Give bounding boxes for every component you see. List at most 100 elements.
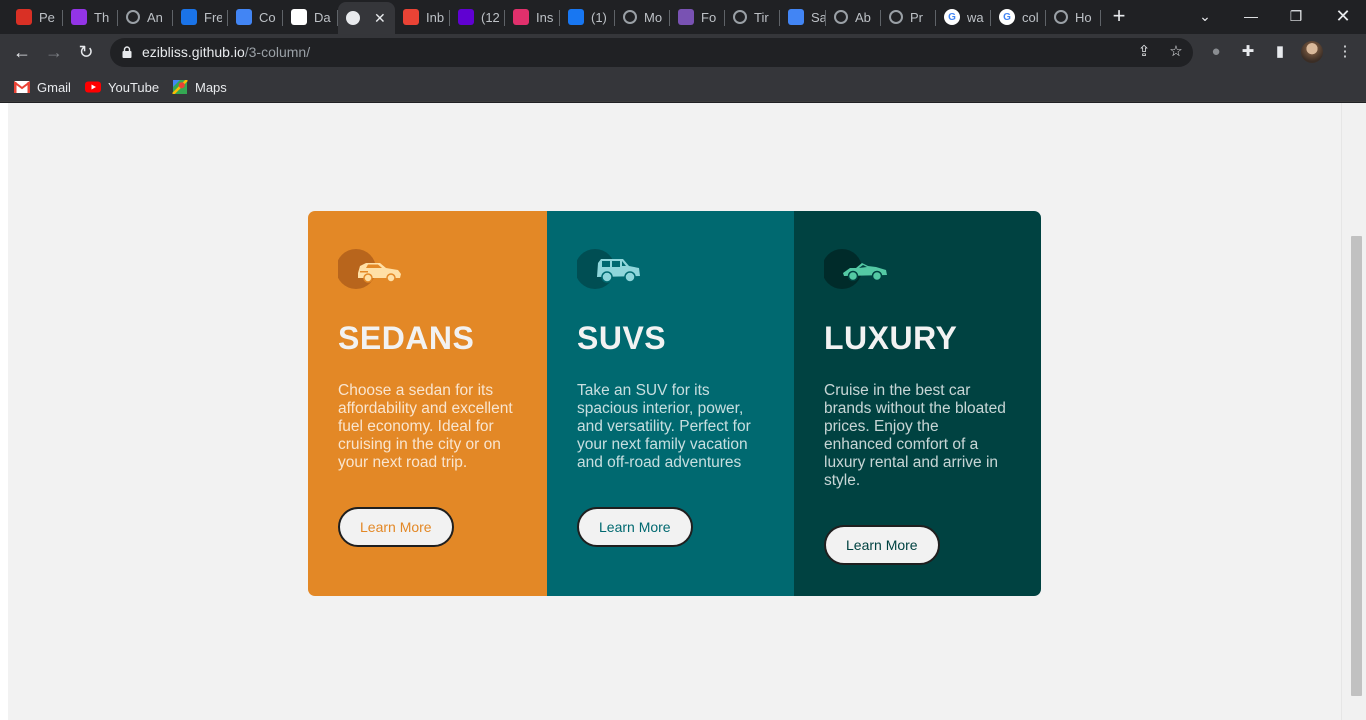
card-description: Choose a sedan for its affordability and… (338, 382, 513, 471)
browser-tab[interactable]: Gcol (991, 4, 1046, 30)
url-host: ezibliss.github.io (142, 44, 245, 60)
tab-title: (12 (481, 9, 499, 25)
browser-tab[interactable]: Tir (725, 4, 780, 30)
browser-tab[interactable]: (1) (560, 4, 615, 30)
card-title: LUXURY (824, 320, 958, 356)
google-icon: G (944, 9, 960, 25)
bookmarks-bar: Gmail YouTube Maps (0, 71, 1366, 102)
browser-toolbar: ← → ↻ ezibliss.github.io/3-column/ ⇪ ☆ ●… (0, 34, 1366, 71)
sedan-car-icon (336, 249, 401, 289)
bootstrap-icon (678, 9, 694, 25)
browser-tab[interactable]: Ins (505, 4, 560, 30)
close-tab-icon[interactable]: ✕ (374, 10, 386, 27)
scrollbar-thumb[interactable] (1351, 236, 1362, 696)
reload-icon[interactable]: ↻ (74, 40, 98, 64)
minimize-icon[interactable]: — (1239, 4, 1263, 28)
side-panel-icon[interactable]: ▮ (1270, 42, 1290, 62)
lock-icon (122, 46, 132, 58)
card-group: SEDANS Choose a sedan for its affordabil… (308, 211, 1041, 596)
gmail-icon (14, 81, 30, 93)
card-title: SEDANS (338, 320, 475, 356)
browser-tab[interactable]: ✕ (338, 2, 395, 34)
tab-title: Inb (426, 9, 444, 25)
page-viewport: SEDANS Choose a sedan for its affordabil… (0, 103, 1366, 720)
address-bar[interactable]: ezibliss.github.io/3-column/ ⇪ ☆ (110, 38, 1193, 67)
tab-title: col (1022, 9, 1039, 25)
globe-icon (126, 10, 140, 24)
tab-title: Ins (536, 9, 554, 25)
youtube-icon (85, 81, 101, 93)
browser-tab[interactable]: Th (63, 4, 118, 30)
more-menu-icon[interactable]: ⋮ (1335, 42, 1355, 62)
browser-tab[interactable]: Co (228, 4, 283, 30)
card-title: SUVS (577, 320, 667, 356)
tab-title: Fre (204, 9, 222, 25)
tab-search-icon[interactable]: ⌄ (1193, 4, 1217, 28)
learn-more-button[interactable]: Learn More (338, 507, 454, 547)
tab-title: An (147, 9, 163, 25)
tab-title: Fo (701, 9, 717, 25)
browser-tab[interactable]: Da (283, 4, 338, 30)
tab-title: Tir (754, 9, 769, 25)
google-icon: G (999, 9, 1015, 25)
tab-title: Ab (855, 9, 871, 25)
tab-title: Ho (1075, 9, 1092, 25)
url-text[interactable]: ezibliss.github.io/3-column/ (142, 44, 310, 60)
instagram-icon (513, 9, 529, 25)
tab-title: (1) (591, 9, 607, 25)
s-icon (788, 9, 804, 25)
page-left-edge (0, 103, 8, 720)
extensions-puzzle-icon[interactable]: ✚ (1238, 42, 1258, 62)
yahoo-mail-icon (458, 9, 474, 25)
forward-icon[interactable]: → (42, 40, 66, 64)
new-tab-button[interactable]: + (1109, 5, 1129, 27)
bookmark-label: Gmail (37, 79, 71, 95)
browser-tab[interactable]: Mo (615, 4, 670, 30)
luxury-car-icon (822, 249, 887, 289)
browser-tab[interactable]: An (118, 4, 173, 30)
browser-tab[interactable]: Inb (395, 4, 450, 30)
browser-tab[interactable]: Pe (8, 4, 63, 30)
tab-separator (1100, 10, 1101, 26)
purple-u-icon (71, 9, 87, 25)
extension-mouse-icon[interactable]: ● (1206, 42, 1226, 62)
globe-icon (733, 10, 747, 24)
bookmark-label: YouTube (108, 79, 160, 95)
browser-tab[interactable]: Pr (881, 4, 936, 30)
bookmark-youtube[interactable]: YouTube (85, 77, 159, 97)
ui-icon (236, 9, 252, 25)
browser-tab[interactable]: (12 (450, 4, 505, 30)
browser-tab[interactable]: Sa (780, 4, 826, 30)
calendar-icon (16, 9, 32, 25)
browser-tab[interactable]: Ab (826, 4, 881, 30)
close-window-icon[interactable]: ✕ (1331, 4, 1355, 28)
tab-title: Th (94, 9, 110, 25)
tab-strip: Pe Th An Fre Co Da ✕ Inb (12 Ins (1) Mo Fo Tir Sa Ab Pr G… (0, 0, 1366, 34)
maps-icon (172, 80, 188, 94)
browser-tab[interactable]: Ho (1046, 4, 1101, 30)
bookmark-gmail[interactable]: Gmail (14, 77, 71, 97)
bookmark-star-icon[interactable]: ☆ (1167, 43, 1185, 61)
restore-icon[interactable]: ❐ (1284, 4, 1308, 28)
browser-tab[interactable]: Gwa (936, 4, 991, 30)
bookmark-label: Maps (195, 79, 227, 95)
learn-more-button[interactable]: Learn More (577, 507, 693, 547)
tab-title: Pr (910, 9, 923, 25)
learn-more-button[interactable]: Learn More (824, 525, 940, 565)
globe-icon (889, 10, 903, 24)
bookmark-maps[interactable]: Maps (172, 77, 227, 97)
tab-title: Sa (811, 9, 826, 25)
freecodecamp-c-icon (181, 9, 197, 25)
back-icon[interactable]: ← (10, 40, 34, 64)
tab-title: wa (967, 9, 984, 25)
globe-icon (1054, 10, 1068, 24)
card-luxury: LUXURY Cruise in the best car brands wit… (794, 211, 1041, 596)
url-path: /3-column/ (244, 44, 311, 60)
profile-avatar[interactable] (1301, 41, 1323, 63)
share-icon[interactable]: ⇪ (1135, 43, 1153, 61)
tab-title: Co (259, 9, 276, 25)
tab-title: Mo (644, 9, 662, 25)
browser-tab[interactable]: Fo (670, 4, 725, 30)
tab-title: Da (314, 9, 331, 25)
browser-tab[interactable]: Fre (173, 4, 228, 30)
